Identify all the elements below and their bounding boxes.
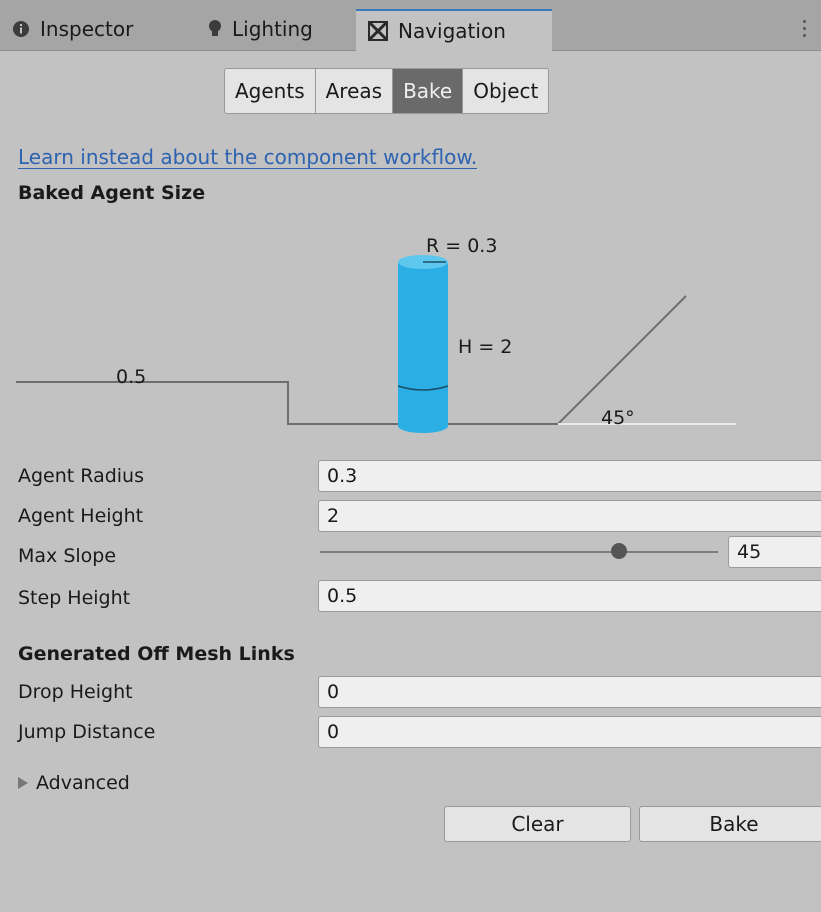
- jump-distance-field[interactable]: 0: [318, 716, 821, 748]
- height-label: H = 2: [458, 336, 512, 358]
- advanced-foldout[interactable]: Advanced: [18, 772, 130, 794]
- baked-agent-size-title: Baked Agent Size: [18, 182, 206, 204]
- lightbulb-icon: [209, 20, 221, 36]
- slope-label: 45°: [601, 407, 635, 429]
- advanced-label: Advanced: [36, 772, 130, 794]
- step-label: 0.5: [116, 366, 146, 388]
- drop-height-label: Drop Height: [18, 681, 133, 703]
- more-options-icon[interactable]: [803, 20, 809, 37]
- step-height-label: Step Height: [18, 587, 131, 609]
- tab-inspector-label: Inspector: [40, 17, 134, 41]
- agent-height-field[interactable]: 2: [318, 500, 821, 532]
- drop-height-field[interactable]: 0: [318, 676, 821, 708]
- agent-radius-label: Agent Radius: [18, 465, 144, 487]
- segment-object[interactable]: Object: [463, 69, 549, 113]
- radius-label: R = 0.3: [426, 235, 497, 257]
- agent-size-diagram: R = 0.3 H = 2 0.5 45°: [16, 235, 736, 433]
- segment-areas[interactable]: Areas: [315, 69, 394, 113]
- offmesh-links-title: Generated Off Mesh Links: [18, 643, 295, 665]
- segment-bake[interactable]: Bake: [393, 69, 464, 113]
- max-slope-field[interactable]: 45: [728, 536, 821, 568]
- window-tab-bar: Inspector Lighting Navigation: [0, 0, 821, 51]
- bake-button[interactable]: Bake: [639, 806, 821, 842]
- segment-agents[interactable]: Agents: [225, 69, 316, 113]
- tab-navigation[interactable]: Navigation: [356, 9, 552, 51]
- step-height-field[interactable]: 0.5: [318, 580, 821, 612]
- max-slope-label: Max Slope: [18, 545, 117, 567]
- tab-navigation-label: Navigation: [398, 19, 506, 43]
- agent-cylinder: [397, 255, 449, 433]
- agent-height-label: Agent Height: [18, 505, 144, 527]
- tab-lighting[interactable]: Lighting: [196, 10, 325, 48]
- tab-inspector[interactable]: Inspector: [0, 10, 145, 48]
- max-slope-slider-track[interactable]: [320, 551, 718, 553]
- navigation-mode-selector: Agents Areas Bake Object: [224, 68, 550, 114]
- component-workflow-link[interactable]: Learn instead about the component workfl…: [18, 146, 478, 169]
- clear-button[interactable]: Clear: [444, 806, 631, 842]
- jump-distance-label: Jump Distance: [18, 721, 156, 743]
- info-icon: [13, 21, 29, 37]
- expand-triangle-icon: [18, 777, 28, 789]
- tab-lighting-label: Lighting: [232, 17, 313, 41]
- navigation-icon: [368, 21, 388, 41]
- max-slope-slider-thumb[interactable]: [610, 543, 627, 559]
- agent-radius-field[interactable]: 0.3: [318, 460, 821, 492]
